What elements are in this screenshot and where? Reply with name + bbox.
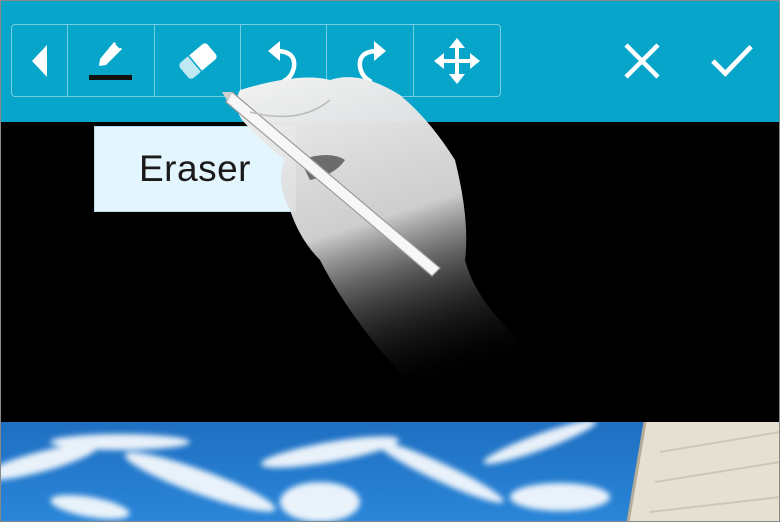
redo-icon [357,40,386,83]
redo-button[interactable] [327,25,414,96]
eraser-icon [178,42,217,79]
eraser-button[interactable] [155,25,241,96]
move-icon [433,37,480,84]
toolbar [0,0,780,122]
chevron-left-icon [31,44,47,77]
background-photo [0,422,780,522]
check-icon [711,44,753,77]
back-button[interactable] [12,25,68,96]
tool-group [11,24,501,97]
tooltip-label: Eraser [139,148,251,189]
undo-icon [267,40,296,83]
eraser-tooltip: Eraser [94,126,296,212]
pen-icon [89,41,132,80]
sky-image [0,422,780,522]
pen-button[interactable] [68,25,155,96]
confirm-button[interactable] [710,38,754,84]
close-icon [624,43,660,79]
move-button[interactable] [414,25,499,96]
undo-button[interactable] [241,25,327,96]
cancel-button[interactable] [620,38,664,84]
